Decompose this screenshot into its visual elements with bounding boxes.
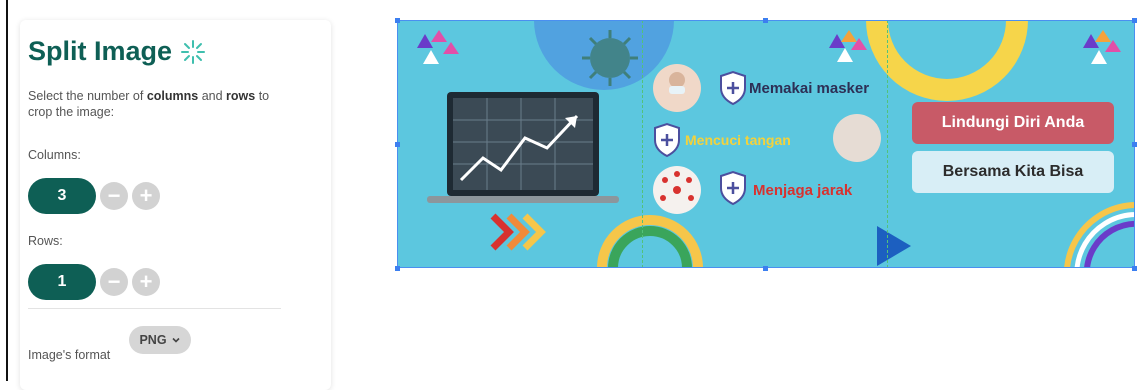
instructions-bold-columns: columns [146,89,199,103]
instructions: Select the number of columns and rows to… [28,88,288,120]
page-title-text: Split Image [28,36,173,66]
chevron-down-icon [171,337,180,343]
minus-icon: − [107,269,121,294]
page-title: Split Image [28,36,206,67]
sparkle-icon [180,39,206,65]
format-select[interactable]: PNG [129,326,191,354]
resize-handle-t[interactable] [763,18,768,23]
format-value: PNG [139,333,167,347]
resize-handle-br[interactable] [1132,266,1137,271]
resize-handle-tl[interactable] [395,18,400,23]
plus-icon: + [139,269,153,294]
rows-decrement-button[interactable]: − [100,268,128,296]
columns-increment-button[interactable]: + [132,182,160,210]
resize-handle-r[interactable] [1132,142,1137,147]
resize-handle-bl[interactable] [395,266,400,271]
instructions-bold-rows: rows [226,89,256,103]
rows-stepper: 1 − + [28,264,160,300]
resize-handle-b[interactable] [763,266,768,271]
plus-icon: + [139,183,153,208]
instructions-part: Select the number of [28,89,147,103]
rows-label: Rows: [28,234,63,248]
columns-decrement-button[interactable]: − [100,182,128,210]
minus-icon: − [107,183,121,208]
columns-value[interactable]: 3 [28,178,96,214]
columns-stepper: 3 − + [28,178,160,214]
format-label: Image's format [28,348,111,362]
columns-label: Columns: [28,148,81,162]
divider [28,308,281,309]
instructions-part: and [198,89,227,103]
rows-increment-button[interactable]: + [132,268,160,296]
rows-value[interactable]: 1 [28,264,96,300]
resize-handle-l[interactable] [395,142,400,147]
resize-handle-tr[interactable] [1132,18,1137,23]
crop-selection[interactable] [397,20,1135,268]
